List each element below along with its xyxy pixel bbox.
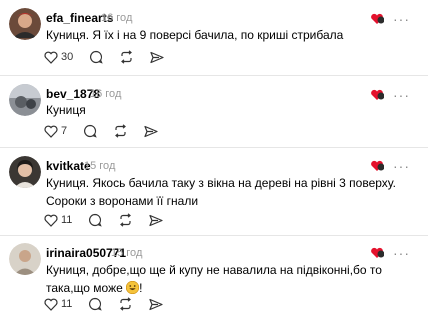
speech-bubble-icon [90,50,103,64]
divider [0,235,428,236]
comment-text: Куниця [46,103,86,117]
like-count: 11 [61,298,73,310]
divider [0,75,428,76]
heart-outline-icon [44,51,58,64]
more-icon[interactable]: ··· [393,159,410,173]
like-button[interactable]: 11 [44,298,72,311]
avatar[interactable] [9,156,41,188]
action-bar: 7 [44,124,174,138]
divider [0,147,428,148]
more-icon[interactable]: ··· [393,12,410,26]
heart-avatar-icon [371,13,384,24]
like-count: 30 [61,51,74,63]
comment-text: Куниця. Якось бачила таку з вікна на дер… [46,176,396,208]
repost-button[interactable] [119,50,134,64]
repost-icon [120,297,132,311]
comment-text-main: Куниця, добре,що ще й купу не навалила н… [46,263,382,295]
comment-button[interactable] [88,297,103,311]
repost-icon [120,213,132,227]
heart-outline-icon [44,125,58,138]
comment-text-suffix: ! [139,281,143,295]
share-button[interactable] [149,214,164,227]
heart-avatar-icon [371,160,384,171]
repost-button[interactable] [118,213,133,227]
action-bar: 11 [44,297,179,311]
repost-button[interactable] [118,297,133,311]
comment-text: Куниця. Я їх і на 9 поверсі бачила, по к… [46,28,344,42]
send-icon [144,125,158,137]
repost-icon [121,50,133,64]
share-button[interactable] [144,125,158,138]
timestamp[interactable]: 15 год [111,247,142,259]
heart-outline-icon [44,214,58,227]
more-icon[interactable]: ··· [393,246,410,260]
send-icon [149,214,164,226]
heart-avatar-icon [371,89,384,100]
speech-bubble-icon [89,297,103,311]
comment-button[interactable] [88,213,103,227]
like-button[interactable]: 11 [44,214,72,227]
comment-button[interactable] [83,124,97,138]
repost-button[interactable] [113,124,128,138]
more-icon[interactable]: ··· [393,88,410,102]
like-button[interactable]: 7 [44,125,67,138]
heart-outline-icon [44,298,58,311]
share-button[interactable] [150,51,164,64]
heart-avatar-icon [371,247,384,258]
send-icon [150,51,164,63]
grinning-face-icon [126,280,140,295]
like-count: 7 [61,125,68,137]
like-count: 11 [61,214,73,226]
timestamp[interactable]: 16 год [101,12,132,24]
speech-bubble-icon [89,213,103,227]
timestamp[interactable]: 16 год [90,88,121,100]
avatar[interactable] [9,8,41,40]
like-button[interactable]: 30 [44,51,73,64]
share-button[interactable] [149,298,164,311]
speech-bubble-icon [84,124,97,138]
avatar[interactable] [9,84,41,116]
repost-icon [115,124,127,138]
avatar[interactable] [9,243,41,275]
timestamp[interactable]: 15 год [84,160,115,172]
action-bar: 11 [44,213,179,227]
action-bar: 30 [44,50,180,64]
comment-button[interactable] [89,50,103,64]
send-icon [149,298,164,310]
comment-text: Куниця, добре,що ще й купу не навалила н… [46,261,408,297]
